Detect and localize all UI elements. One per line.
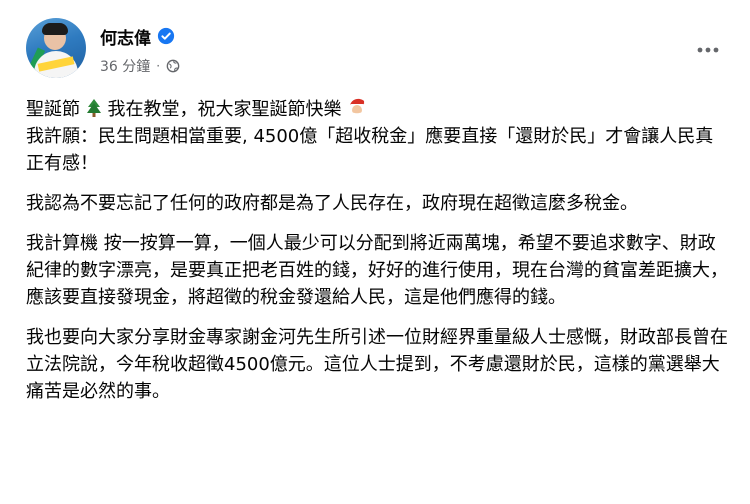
paragraph-1: 聖誕節 我在教堂，祝大家聖誕節快樂 我許願：民生問題相當重要, 4500億「超收… [26, 96, 730, 177]
paragraph-2: 我認為不要忘記了任何的政府都是為了人民存在，政府現在超徵這麼多稅金。 [26, 193, 638, 214]
christmas-tree-icon [86, 99, 101, 117]
author-name[interactable]: 何志偉 [100, 24, 151, 49]
public-globe-icon[interactable] [166, 59, 180, 73]
author-avatar[interactable] [26, 18, 86, 78]
paragraph-1-part-c: 我許願：民生問題相當重要, 4500億「超收稅金」應要直接「還財於民」才會讓人民… [26, 126, 714, 174]
paragraph-1-part-a: 聖誕節 [26, 99, 80, 120]
meta-separator: · [156, 59, 161, 73]
more-options-button[interactable] [690, 32, 726, 68]
paragraph-1-part-b: 我在教堂，祝大家聖誕節快樂 [107, 99, 342, 120]
santa-icon [350, 98, 369, 117]
post-meta: 36 分鐘 · [100, 56, 180, 76]
paragraph-3: 我計算機 按一按算一算，一個人最少可以分配到將近兩萬塊，希望不要追求數字、財政紀… [26, 233, 728, 308]
post-text: 聖誕節 我在教堂，祝大家聖誕節快樂 我許願：民生問題相當重要, 4500億「超收… [26, 96, 730, 418]
post-header: 何志偉 36 分鐘 · [26, 18, 726, 82]
post-timestamp[interactable]: 36 分鐘 [100, 56, 150, 76]
facebook-post: 何志偉 36 分鐘 · 聖誕節 我在教堂，祝大家聖誕節快樂 我許願：民生問題相當… [0, 0, 750, 504]
author-row: 何志偉 [100, 24, 175, 49]
verified-badge-icon [157, 27, 175, 45]
paragraph-4: 我也要向大家分享財金專家謝金河先生所引述一位財經界重量級人士感慨，財政部長曾在立… [26, 327, 728, 402]
more-options-icon [697, 47, 719, 53]
avatar-hair [42, 23, 68, 35]
